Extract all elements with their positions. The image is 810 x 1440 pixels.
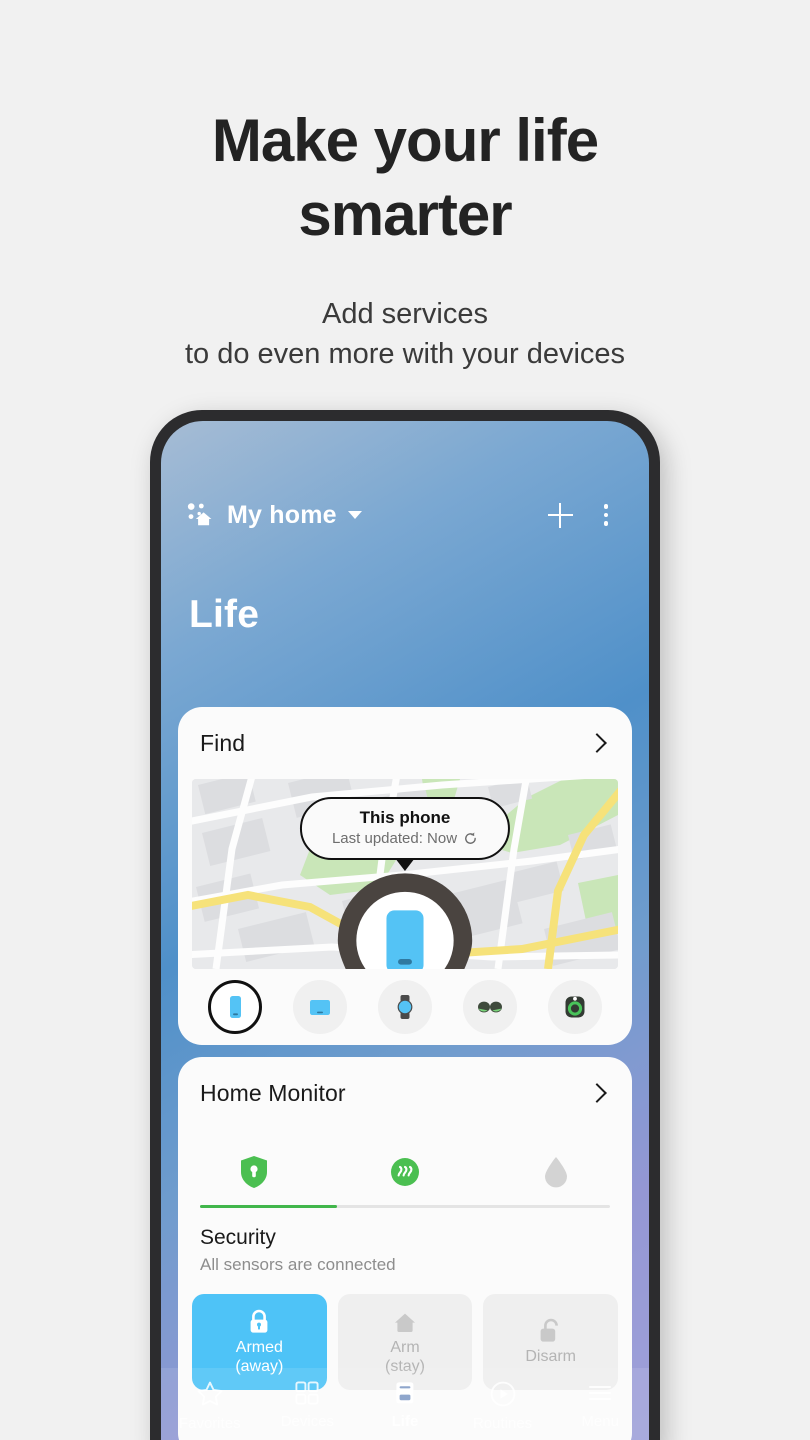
smarttag-icon bbox=[565, 996, 585, 1018]
more-vertical-icon[interactable] bbox=[589, 498, 623, 532]
plus-glyph bbox=[547, 502, 573, 528]
find-map[interactable]: This phone Last updated: Now bbox=[192, 779, 618, 969]
phone-icon bbox=[229, 996, 241, 1018]
chevron-right-icon[interactable] bbox=[587, 1083, 607, 1103]
home-monitor-section-name: Security bbox=[200, 1226, 276, 1250]
home-monitor-progress-track bbox=[200, 1205, 610, 1209]
app-bar: My home bbox=[161, 493, 649, 537]
device-chip-phone[interactable] bbox=[207, 980, 262, 1034]
nav-item-life[interactable]: Life bbox=[356, 1380, 454, 1430]
kebab-dot bbox=[603, 504, 609, 509]
phone-screen: My home Life Find This phone Last update… bbox=[161, 421, 649, 1440]
play-circle-icon bbox=[490, 1381, 515, 1407]
nav-label-favorites: Favorites bbox=[178, 1415, 241, 1432]
find-card-title: Find bbox=[200, 729, 246, 756]
map-info-bubble[interactable]: This phone Last updated: Now bbox=[299, 797, 511, 871]
bubble-tail bbox=[395, 858, 415, 871]
device-chip-earbuds[interactable] bbox=[463, 980, 518, 1034]
chevron-right-icon[interactable] bbox=[587, 733, 607, 753]
nav-label-life: Life bbox=[391, 1413, 419, 1430]
lock-open-icon bbox=[540, 1319, 558, 1342]
kebab-dot bbox=[603, 512, 609, 518]
device-chip-watch[interactable] bbox=[377, 980, 432, 1034]
bubble-title: This phone bbox=[359, 808, 451, 827]
home-monitor-active-indicator bbox=[200, 1205, 337, 1209]
phone-mockup: My home Life Find This phone Last update… bbox=[150, 410, 660, 1440]
device-chip-tablet[interactable] bbox=[292, 980, 347, 1034]
hamburger-icon bbox=[589, 1386, 612, 1400]
promo-subtitle-line1: Add services bbox=[321, 298, 488, 330]
nav-item-menu[interactable]: Menu bbox=[551, 1380, 649, 1430]
find-card-header[interactable]: Find bbox=[178, 707, 632, 779]
disarm-label: Disarm bbox=[525, 1347, 576, 1366]
water-drop-icon bbox=[545, 1157, 568, 1188]
nav-label-devices: Devices bbox=[280, 1413, 335, 1430]
star-icon bbox=[197, 1381, 223, 1406]
home-monitor-header[interactable]: Home Monitor bbox=[178, 1057, 632, 1129]
find-device-chips bbox=[178, 969, 632, 1045]
screenshot-root: Make your life smarter Add services to d… bbox=[0, 0, 810, 1440]
grid-icon bbox=[295, 1381, 319, 1405]
bubble-subtitle: Last updated: Now bbox=[331, 830, 458, 847]
nav-item-devices[interactable]: Devices bbox=[259, 1380, 357, 1430]
nav-label-menu: Menu bbox=[581, 1413, 619, 1430]
nav-item-favorites[interactable]: Favorites bbox=[161, 1380, 259, 1432]
plus-bar-v bbox=[558, 502, 562, 528]
lock-closed-icon bbox=[250, 1309, 268, 1333]
kebab-dot bbox=[603, 521, 609, 526]
shield-lock-icon bbox=[240, 1156, 267, 1188]
monitor-tab-leak[interactable] bbox=[481, 1156, 632, 1188]
promo-subtitle-line2: to do even more with your devices bbox=[184, 338, 626, 370]
life-card-icon bbox=[396, 1382, 414, 1404]
smart-home-icon bbox=[187, 502, 213, 528]
monitor-tab-security[interactable] bbox=[178, 1155, 329, 1189]
life-page-title: Life bbox=[189, 593, 260, 636]
map-pin-phone-icon[interactable] bbox=[192, 871, 618, 969]
page-title-heading: Make your life smarter bbox=[0, 0, 810, 252]
bubble-subtitle-row: Last updated: Now bbox=[332, 830, 478, 847]
nav-label-routines: Routines bbox=[472, 1415, 533, 1432]
plus-icon[interactable] bbox=[543, 498, 577, 532]
earbuds-icon bbox=[478, 1001, 503, 1013]
disarm-label-line1: Disarm bbox=[525, 1348, 577, 1366]
device-chip-smarttag[interactable] bbox=[548, 980, 603, 1034]
arm-stay-label-line1: Arm bbox=[390, 1338, 420, 1356]
refresh-icon[interactable] bbox=[463, 831, 478, 846]
monitor-tab-air-quality[interactable] bbox=[329, 1157, 480, 1187]
home-monitor-tabs bbox=[178, 1139, 632, 1205]
armed-away-label-line1: Armed bbox=[235, 1338, 283, 1356]
promo-title-line1: Make your life bbox=[211, 107, 599, 174]
promo-header: Make your life smarter Add services to d… bbox=[0, 0, 810, 374]
smoke-waves-icon bbox=[390, 1158, 419, 1186]
watch-icon bbox=[397, 995, 413, 1019]
home-monitor-title: Home Monitor bbox=[200, 1079, 346, 1106]
nav-item-routines[interactable]: Routines bbox=[454, 1380, 552, 1432]
kebab-glyph bbox=[603, 504, 609, 526]
home-name-label[interactable]: My home bbox=[227, 501, 337, 530]
find-card[interactable]: Find This phone Last updated: Now bbox=[178, 707, 632, 1045]
tablet-icon bbox=[309, 1000, 330, 1015]
promo-title-line2: smarter bbox=[298, 181, 512, 248]
caret-down-icon[interactable] bbox=[347, 511, 362, 519]
bottom-navigation-bar: Favorites Devices Life Routines Menu bbox=[161, 1368, 649, 1440]
home-icon bbox=[395, 1313, 415, 1332]
home-monitor-section-status: All sensors are connected bbox=[200, 1255, 396, 1275]
promo-subtitle: Add services to do even more with your d… bbox=[0, 252, 810, 374]
